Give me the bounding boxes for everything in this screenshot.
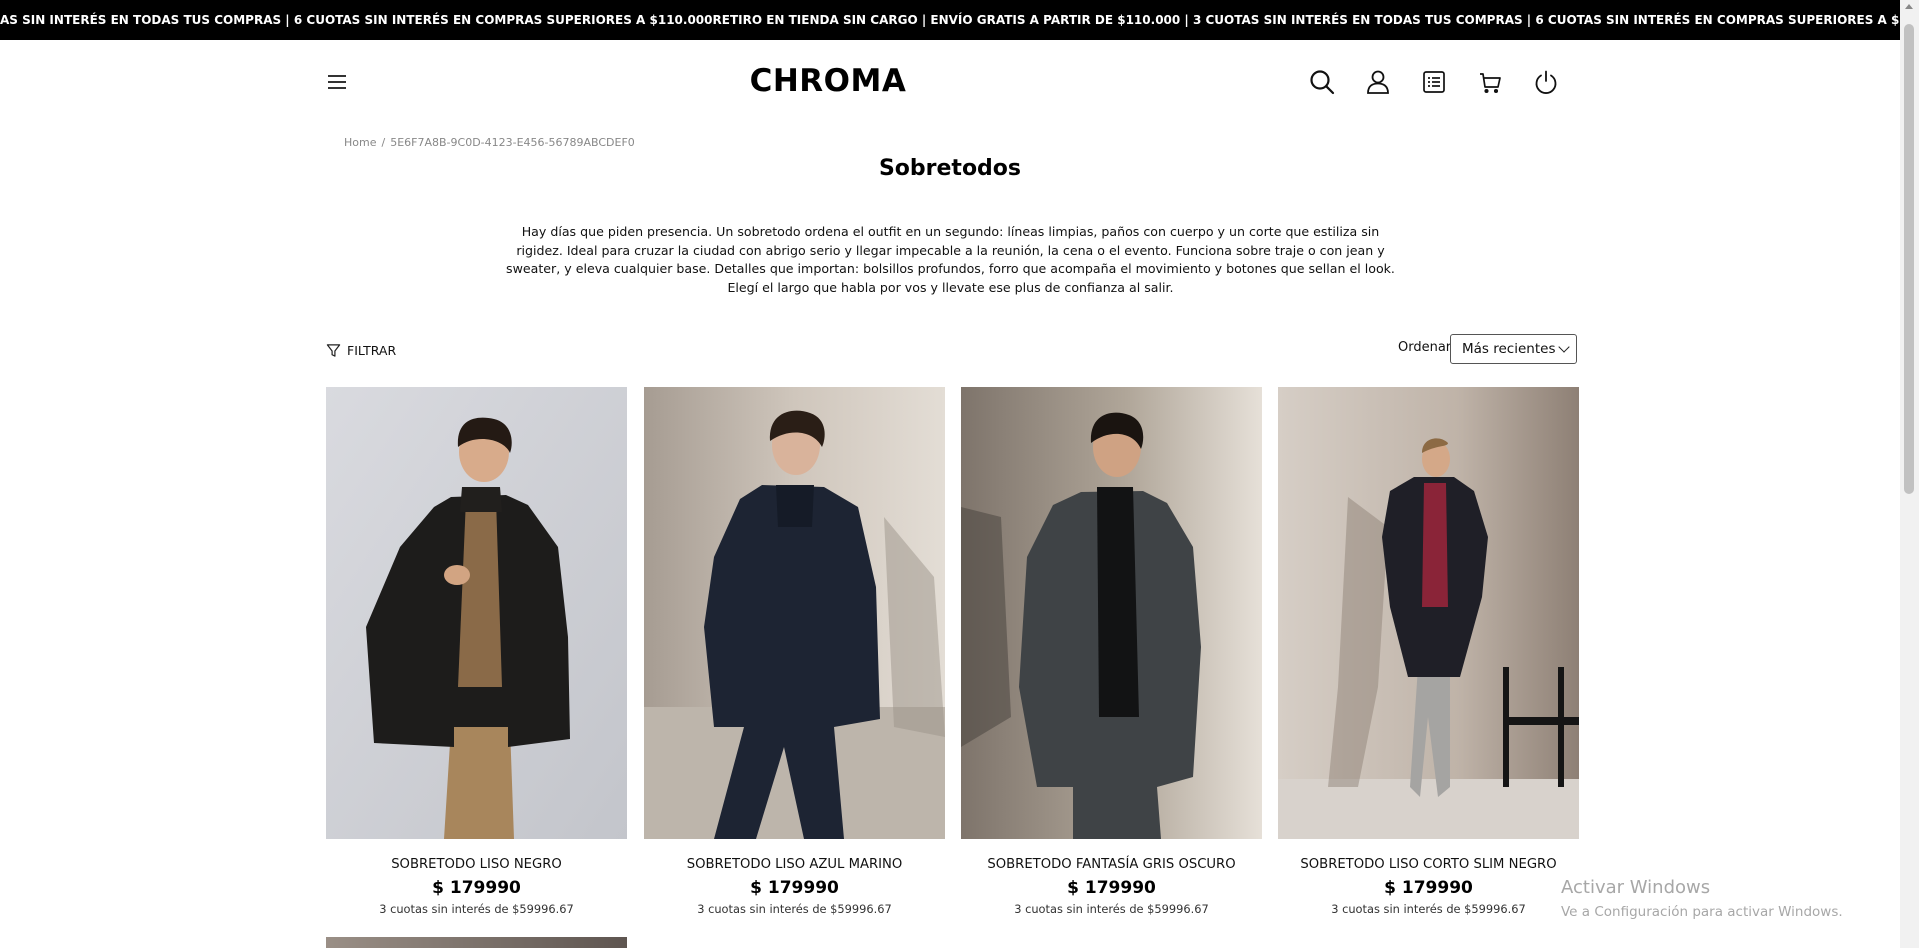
product-card[interactable]: SOBRETODO LISO AZUL MARINO $ 179990 3 cu… <box>644 387 945 927</box>
product-image[interactable] <box>644 387 945 839</box>
breadcrumb-home-link[interactable]: Home <box>344 136 376 149</box>
windows-activation-watermark: Activar Windows Ve a Configuración para … <box>1561 877 1843 920</box>
watermark-subtitle: Ve a Configuración para activar Windows. <box>1561 904 1843 920</box>
product-installments: 3 cuotas sin interés de $59996.67 <box>1014 902 1209 916</box>
breadcrumb-separator: / <box>381 136 386 149</box>
watermark-title: Activar Windows <box>1561 877 1711 898</box>
user-icon[interactable] <box>1364 68 1392 96</box>
filter-label: FILTRAR <box>347 342 397 358</box>
product-installments: 3 cuotas sin interés de $59996.67 <box>379 902 574 916</box>
search-icon[interactable] <box>1308 68 1336 96</box>
product-image-next-row[interactable] <box>326 937 627 948</box>
product-price: $ 179990 <box>750 878 839 898</box>
cart-icon[interactable] <box>1476 68 1504 96</box>
product-price: $ 179990 <box>1067 878 1156 898</box>
product-card[interactable]: SOBRETODO LISO CORTO SLIM NEGRO $ 179990… <box>1278 387 1579 927</box>
page-title: Sobretodos <box>878 156 1022 181</box>
scrollbar-thumb[interactable] <box>1904 24 1914 494</box>
product-card[interactable]: SOBRETODO LISO NEGRO $ 179990 3 cuotas s… <box>326 387 627 927</box>
breadcrumb-current: 5E6F7A8B-9C0D-4123-E456-56789ABCDEF0 <box>390 136 635 149</box>
product-image[interactable] <box>1278 387 1579 839</box>
announcement-text: AS SIN INTERÉS EN TODAS TUS COMPRAS | 6 … <box>0 13 1900 27</box>
order-list-icon[interactable] <box>1420 68 1448 96</box>
product-name[interactable]: SOBRETODO LISO NEGRO <box>316 857 637 872</box>
product-card[interactable]: SOBRETODO FANTASÍA GRIS OSCURO $ 179990 … <box>961 387 1262 927</box>
product-price: $ 179990 <box>432 878 521 898</box>
chevron-down-icon <box>1558 341 1570 353</box>
product-name[interactable]: SOBRETODO FANTASÍA GRIS OSCURO <box>951 857 1272 872</box>
announcement-bar: AS SIN INTERÉS EN TODAS TUS COMPRAS | 6 … <box>0 0 1900 40</box>
sort-selected-value: Más recientes <box>1462 341 1556 357</box>
menu-icon[interactable] <box>327 73 347 91</box>
power-icon[interactable] <box>1532 68 1560 96</box>
product-name[interactable]: SOBRETODO LISO AZUL MARINO <box>634 857 955 872</box>
sort-label: Ordenar <box>1398 340 1452 355</box>
sort-select[interactable]: Más recientes <box>1450 334 1577 364</box>
filter-icon <box>326 343 341 357</box>
site-logo[interactable]: CHROMA <box>728 63 928 99</box>
product-installments: 3 cuotas sin interés de $59996.67 <box>697 902 892 916</box>
breadcrumb: Home / 5E6F7A8B-9C0D-4123-E456-56789ABCDEF… <box>344 136 635 149</box>
product-price: $ 179990 <box>1384 878 1473 898</box>
product-name[interactable]: SOBRETODO LISO CORTO SLIM NEGRO <box>1268 857 1589 872</box>
scroll-up-arrow-icon[interactable] <box>1905 4 1913 9</box>
filter-button[interactable]: FILTRAR <box>326 340 396 360</box>
product-installments: 3 cuotas sin interés de $59996.67 <box>1331 902 1526 916</box>
product-image[interactable] <box>961 387 1262 839</box>
product-image[interactable] <box>326 387 627 839</box>
category-description: Hay días que piden presencia. Un sobreto… <box>506 224 1395 295</box>
